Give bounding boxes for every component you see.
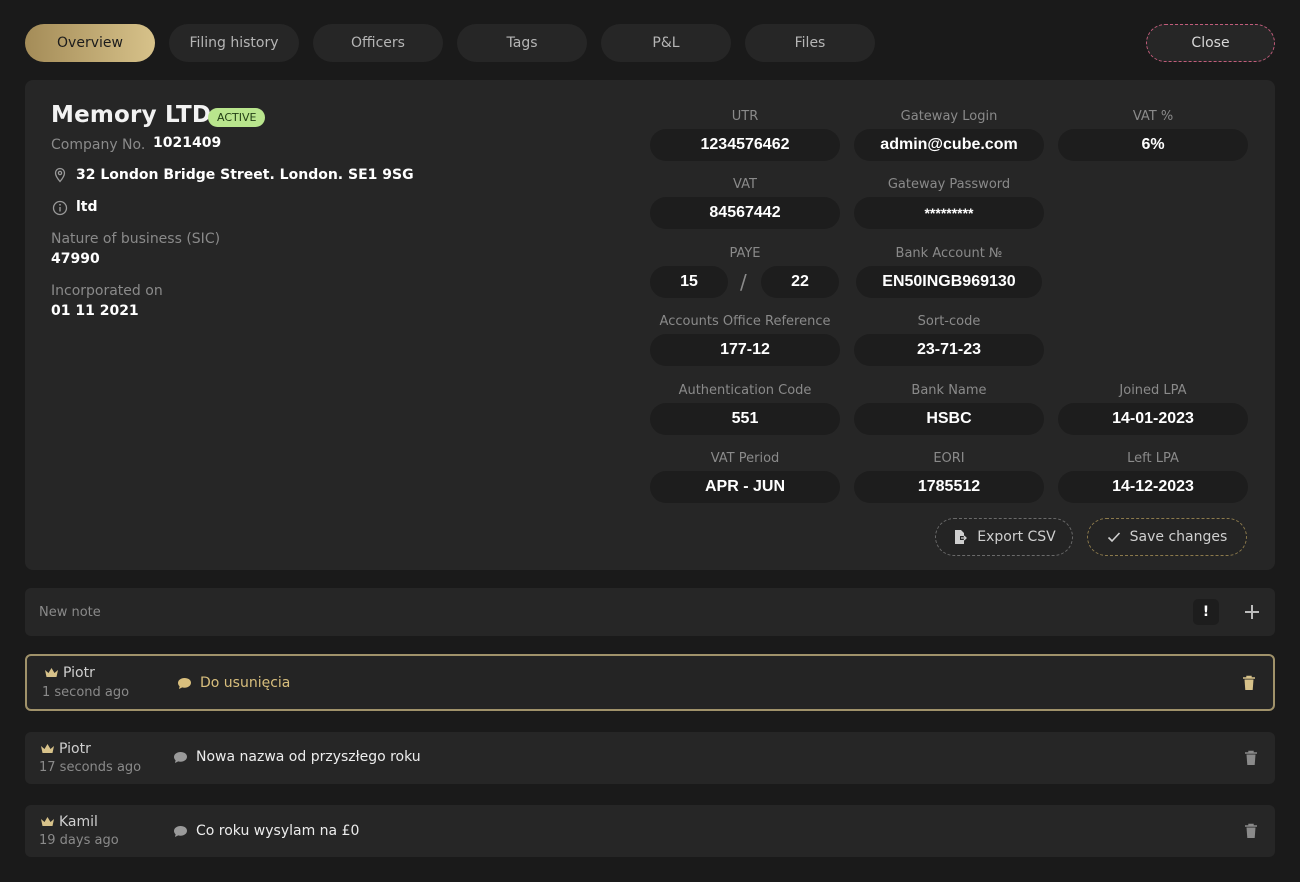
- note-author: Piotr: [40, 741, 91, 757]
- vat-period-label: VAT Period: [710, 451, 780, 466]
- crown-icon: [45, 668, 58, 677]
- save-changes-label: Save changes: [1129, 529, 1228, 545]
- utr-label: UTR: [731, 109, 759, 124]
- priority-toggle-button[interactable]: !: [1193, 599, 1219, 625]
- note-content: Nowa nazwa od przyszłego roku: [173, 749, 421, 765]
- eori-field[interactable]: 1785512: [854, 471, 1044, 503]
- sic-value: 47990: [51, 251, 100, 267]
- crown-icon: [41, 744, 54, 753]
- incorporated-label: Incorporated on: [51, 283, 163, 299]
- vat-percent-field[interactable]: 6%: [1058, 129, 1248, 161]
- accounts-office-ref-field[interactable]: 177-12: [650, 334, 840, 366]
- note-author-name: Piotr: [63, 665, 95, 681]
- tab-files[interactable]: Files: [745, 24, 875, 62]
- company-name: Memory LTD: [51, 102, 212, 128]
- gateway-login-field[interactable]: admin@cube.com: [854, 129, 1044, 161]
- check-icon: [1107, 532, 1120, 543]
- paye-field-1[interactable]: 15: [650, 266, 728, 298]
- company-number-label: Company No.: [51, 137, 146, 153]
- sic-label: Nature of business (SIC): [51, 231, 221, 247]
- tab-filing-history[interactable]: Filing history: [169, 24, 299, 62]
- left-lpa-label: Left LPA: [1127, 451, 1179, 466]
- company-address: 32 London Bridge Street. London. SE1 9SG: [76, 167, 414, 183]
- trash-icon[interactable]: [1242, 675, 1256, 691]
- vat-percent-label: VAT %: [1132, 109, 1174, 124]
- company-type: ltd: [76, 199, 98, 215]
- export-csv-button[interactable]: Export CSV: [935, 518, 1073, 556]
- note-timestamp: 17 seconds ago: [39, 760, 142, 775]
- info-icon: [52, 200, 68, 216]
- gateway-password-label: Gateway Password: [887, 177, 1011, 192]
- tab-tags[interactable]: Tags: [457, 24, 587, 62]
- utr-field[interactable]: 1234576462: [650, 129, 840, 161]
- left-lpa-field[interactable]: 14-12-2023: [1058, 471, 1248, 503]
- new-note-input[interactable]: [39, 588, 1169, 636]
- note-timestamp: 19 days ago: [39, 833, 119, 848]
- eori-label: EORI: [933, 451, 965, 466]
- note-content: Co roku wysylam na £0: [173, 823, 359, 839]
- note-item: Piotr 17 seconds ago Nowa nazwa od przys…: [25, 732, 1275, 784]
- trash-icon[interactable]: [1244, 823, 1258, 839]
- location-pin-icon: [54, 167, 66, 183]
- joined-lpa-label: Joined LPA: [1119, 383, 1187, 398]
- tab-overview[interactable]: Overview: [25, 24, 155, 62]
- note-author: Kamil: [40, 814, 98, 830]
- new-note-bar: !: [25, 588, 1275, 636]
- comment-icon: [178, 677, 191, 689]
- gateway-login-label: Gateway Login: [900, 109, 998, 124]
- note-text: Nowa nazwa od przyszłego roku: [196, 749, 421, 765]
- paye-label: PAYE: [729, 246, 761, 261]
- status-badge: ACTIVE: [208, 108, 266, 127]
- gateway-password-field[interactable]: *********: [854, 197, 1044, 229]
- export-csv-label: Export CSV: [977, 529, 1056, 545]
- save-changes-button[interactable]: Save changes: [1087, 518, 1247, 556]
- file-export-icon: [955, 530, 968, 544]
- bank-account-field[interactable]: EN50INGB969130: [856, 266, 1042, 298]
- joined-lpa-field[interactable]: 14-01-2023: [1058, 403, 1248, 435]
- note-author: Piotr: [44, 665, 95, 681]
- close-button[interactable]: Close: [1146, 24, 1275, 62]
- note-timestamp: 1 second ago: [42, 685, 130, 700]
- sort-code-field[interactable]: 23-71-23: [854, 334, 1044, 366]
- auth-code-field[interactable]: 551: [650, 403, 840, 435]
- trash-icon[interactable]: [1244, 750, 1258, 766]
- company-number: 1021409: [153, 135, 222, 151]
- bank-name-field[interactable]: HSBC: [854, 403, 1044, 435]
- tab-bar: Overview Filing history Officers Tags P&…: [25, 24, 875, 62]
- bank-name-label: Bank Name: [911, 383, 987, 398]
- note-text: Co roku wysylam na £0: [196, 823, 360, 839]
- company-details-panel: Memory LTD ACTIVE Company No. 1021409 32…: [25, 80, 1275, 570]
- tab-officers[interactable]: Officers: [313, 24, 443, 62]
- note-content: Do usunięcia: [177, 675, 290, 691]
- vat-period-field[interactable]: APR - JUN: [650, 471, 840, 503]
- note-author-name: Kamil: [59, 814, 98, 830]
- bank-account-label: Bank Account №: [895, 246, 1003, 261]
- sort-code-label: Sort-code: [917, 314, 981, 329]
- note-item: Piotr 1 second ago Do usunięcia: [25, 654, 1275, 711]
- paye-field-2[interactable]: 22: [761, 266, 839, 298]
- add-note-plus-icon[interactable]: [1241, 601, 1263, 623]
- accounts-office-ref-label: Accounts Office Reference: [659, 314, 831, 329]
- crown-icon: [41, 817, 54, 826]
- note-author-name: Piotr: [59, 741, 91, 757]
- paye-separator: /: [740, 270, 747, 294]
- comment-icon: [174, 825, 187, 837]
- note-item: Kamil 19 days ago Co roku wysylam na £0: [25, 805, 1275, 857]
- note-text: Do usunięcia: [200, 675, 291, 691]
- vat-field[interactable]: 84567442: [650, 197, 840, 229]
- auth-code-label: Authentication Code: [678, 383, 812, 398]
- tab-pl[interactable]: P&L: [601, 24, 731, 62]
- vat-label: VAT: [733, 177, 757, 192]
- incorporated-value: 01 11 2021: [51, 303, 139, 319]
- comment-icon: [174, 751, 187, 763]
